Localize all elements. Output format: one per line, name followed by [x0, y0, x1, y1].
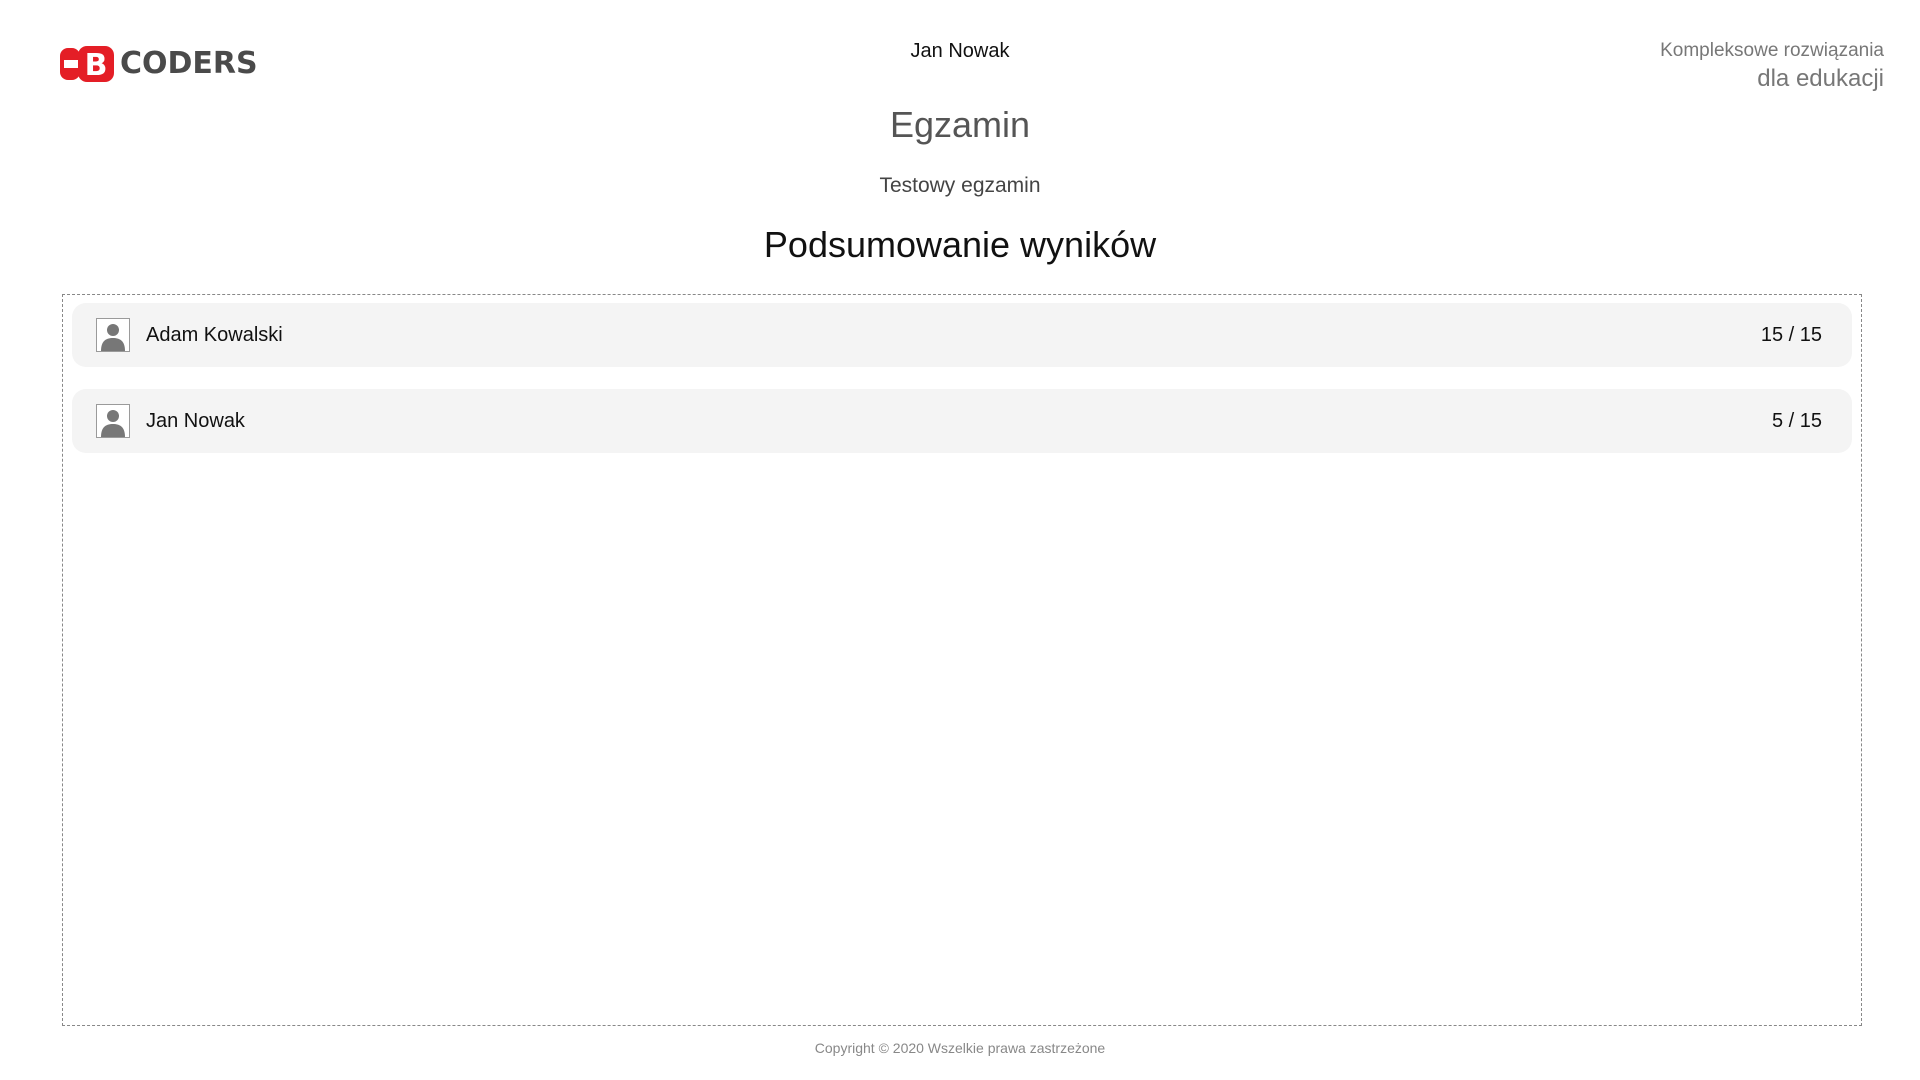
result-row[interactable]: Jan Nowak 5 / 15: [72, 389, 1852, 453]
footer-copyright: Copyright © 2020 Wszelkie prawa zastrzeż…: [814, 1040, 1106, 1056]
header-user-name: Jan Nowak: [910, 40, 1010, 62]
tagline-line-2: dla edukacji: [1757, 65, 1884, 92]
tagline-line-1: Kompleksowe rozwiązania: [1660, 40, 1884, 61]
result-row[interactable]: Adam Kowalski 15 / 15: [72, 303, 1852, 367]
result-name: Jan Nowak: [146, 409, 245, 432]
exam-subtitle: Testowy egzamin: [879, 174, 1041, 197]
result-score: 5 / 15: [1771, 409, 1822, 432]
summary-heading: Podsumowanie wyników: [763, 224, 1157, 265]
page-title: Egzamin: [889, 104, 1031, 145]
tagline: Kompleksowe rozwiązania dla edukacji: [1660, 38, 1884, 94]
result-name: Adam Kowalski: [146, 323, 283, 346]
result-score: 15 / 15: [1760, 323, 1822, 346]
results-panel: Adam Kowalski 15 / 15 Jan Nowak 5 / 15: [62, 294, 1862, 1026]
user-avatar-icon: [96, 404, 130, 438]
user-avatar-icon: [96, 318, 130, 352]
page: B CODERS Jan Nowak Kompleksowe rozwiązan…: [0, 0, 1920, 1080]
